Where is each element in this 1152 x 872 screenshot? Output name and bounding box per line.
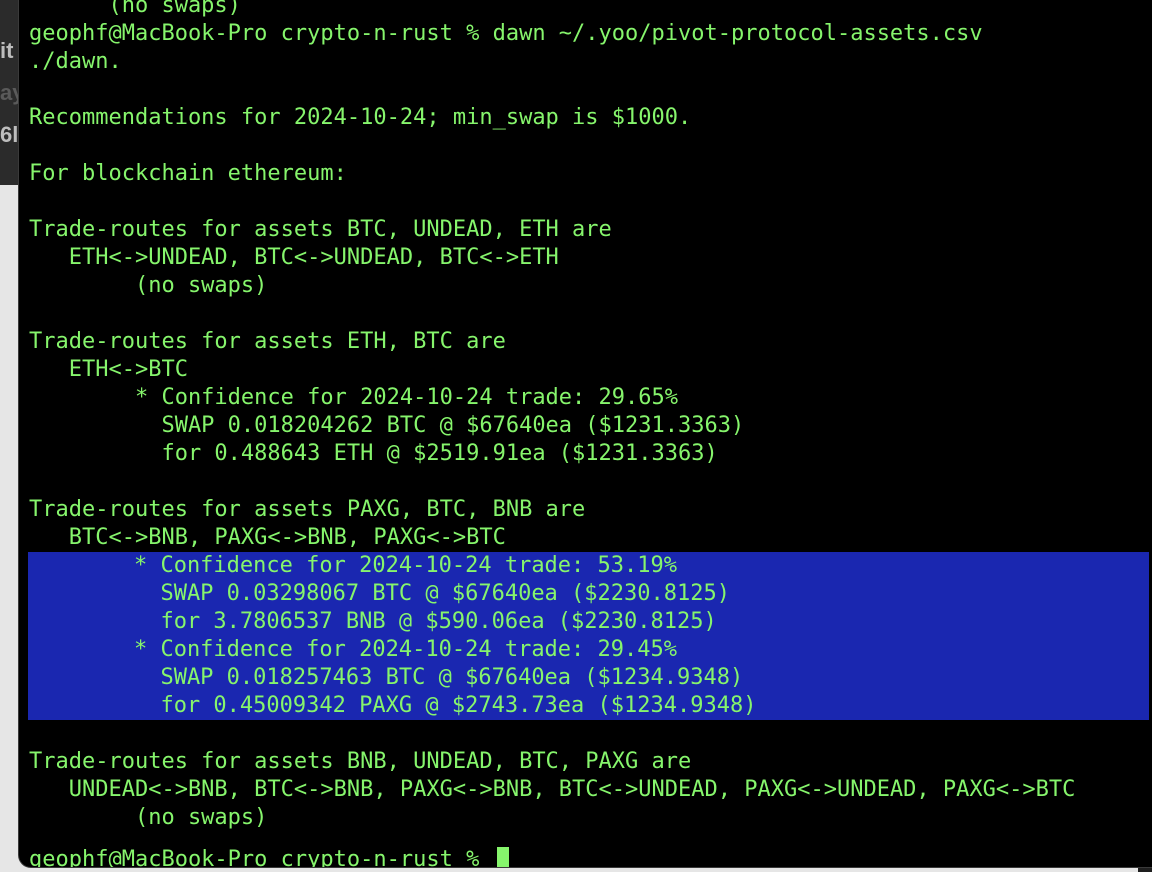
terminal-line: for 0.488643 ETH @ $2519.91ea ($1231.336… bbox=[29, 441, 718, 466]
terminal-line-selected: * Confidence for 2024-10-24 trade: 53.19… bbox=[28, 552, 1149, 580]
terminal-window[interactable]: (no swaps) geophf@MacBook-Pro crypto-n-ru… bbox=[19, 0, 1152, 867]
terminal-line-selected: for 0.45009342 PAXG @ $2743.73ea ($1234.… bbox=[28, 692, 1149, 720]
terminal-line: (no swaps) bbox=[29, 273, 268, 298]
terminal-line-selected: SWAP 0.018257463 BTC @ $67640ea ($1234.9… bbox=[28, 664, 1149, 692]
terminal-line: Recommendations for 2024-10-24; min_swap… bbox=[29, 105, 692, 130]
terminal-line: Trade-routes for assets BNB, UNDEAD, BTC… bbox=[29, 749, 692, 774]
terminal-line: ./dawn. bbox=[29, 49, 122, 74]
terminal-line: ETH<->UNDEAD, BTC<->UNDEAD, BTC<->ETH bbox=[29, 245, 559, 270]
terminal-line: (no swaps) bbox=[29, 805, 268, 830]
terminal-line: Trade-routes for assets PAXG, BTC, BNB a… bbox=[29, 497, 586, 522]
terminal-line: For blockchain ethereum: bbox=[29, 161, 347, 186]
terminal-line-selected: SWAP 0.03298067 BTC @ $67640ea ($2230.81… bbox=[28, 580, 1149, 608]
terminal-line: UNDEAD<->BNB, BTC<->BNB, PAXG<->BNB, BTC… bbox=[29, 777, 1076, 802]
terminal-line: (no swaps) bbox=[29, 0, 241, 18]
background-text-fragment: 6l bbox=[0, 122, 19, 147]
terminal-line-selected: for 3.7806537 BNB @ $590.06ea ($2230.812… bbox=[28, 608, 1149, 636]
terminal-line: geophf@MacBook-Pro crypto-n-rust % dawn … bbox=[29, 21, 983, 46]
terminal-line: BTC<->BNB, PAXG<->BNB, PAXG<->BTC bbox=[29, 525, 506, 550]
terminal-prompt-line[interactable]: geophf@MacBook-Pro crypto-n-rust % bbox=[29, 846, 509, 867]
terminal-line: ETH<->BTC bbox=[29, 357, 188, 382]
terminal-prompt: geophf@MacBook-Pro crypto-n-rust % bbox=[29, 847, 493, 867]
terminal-line: SWAP 0.018204262 BTC @ $67640ea ($1231.3… bbox=[29, 413, 745, 438]
terminal-output[interactable]: (no swaps) geophf@MacBook-Pro crypto-n-ru… bbox=[28, 0, 1149, 832]
terminal-line: * Confidence for 2024-10-24 trade: 29.65… bbox=[29, 385, 679, 410]
terminal-line: Trade-routes for assets BTC, UNDEAD, ETH… bbox=[29, 217, 612, 242]
terminal-line: Trade-routes for assets ETH, BTC are bbox=[29, 329, 506, 354]
terminal-cursor bbox=[496, 847, 509, 867]
terminal-line-selected: * Confidence for 2024-10-24 trade: 29.45… bbox=[28, 636, 1149, 664]
background-text-fragment: it bbox=[0, 38, 14, 63]
